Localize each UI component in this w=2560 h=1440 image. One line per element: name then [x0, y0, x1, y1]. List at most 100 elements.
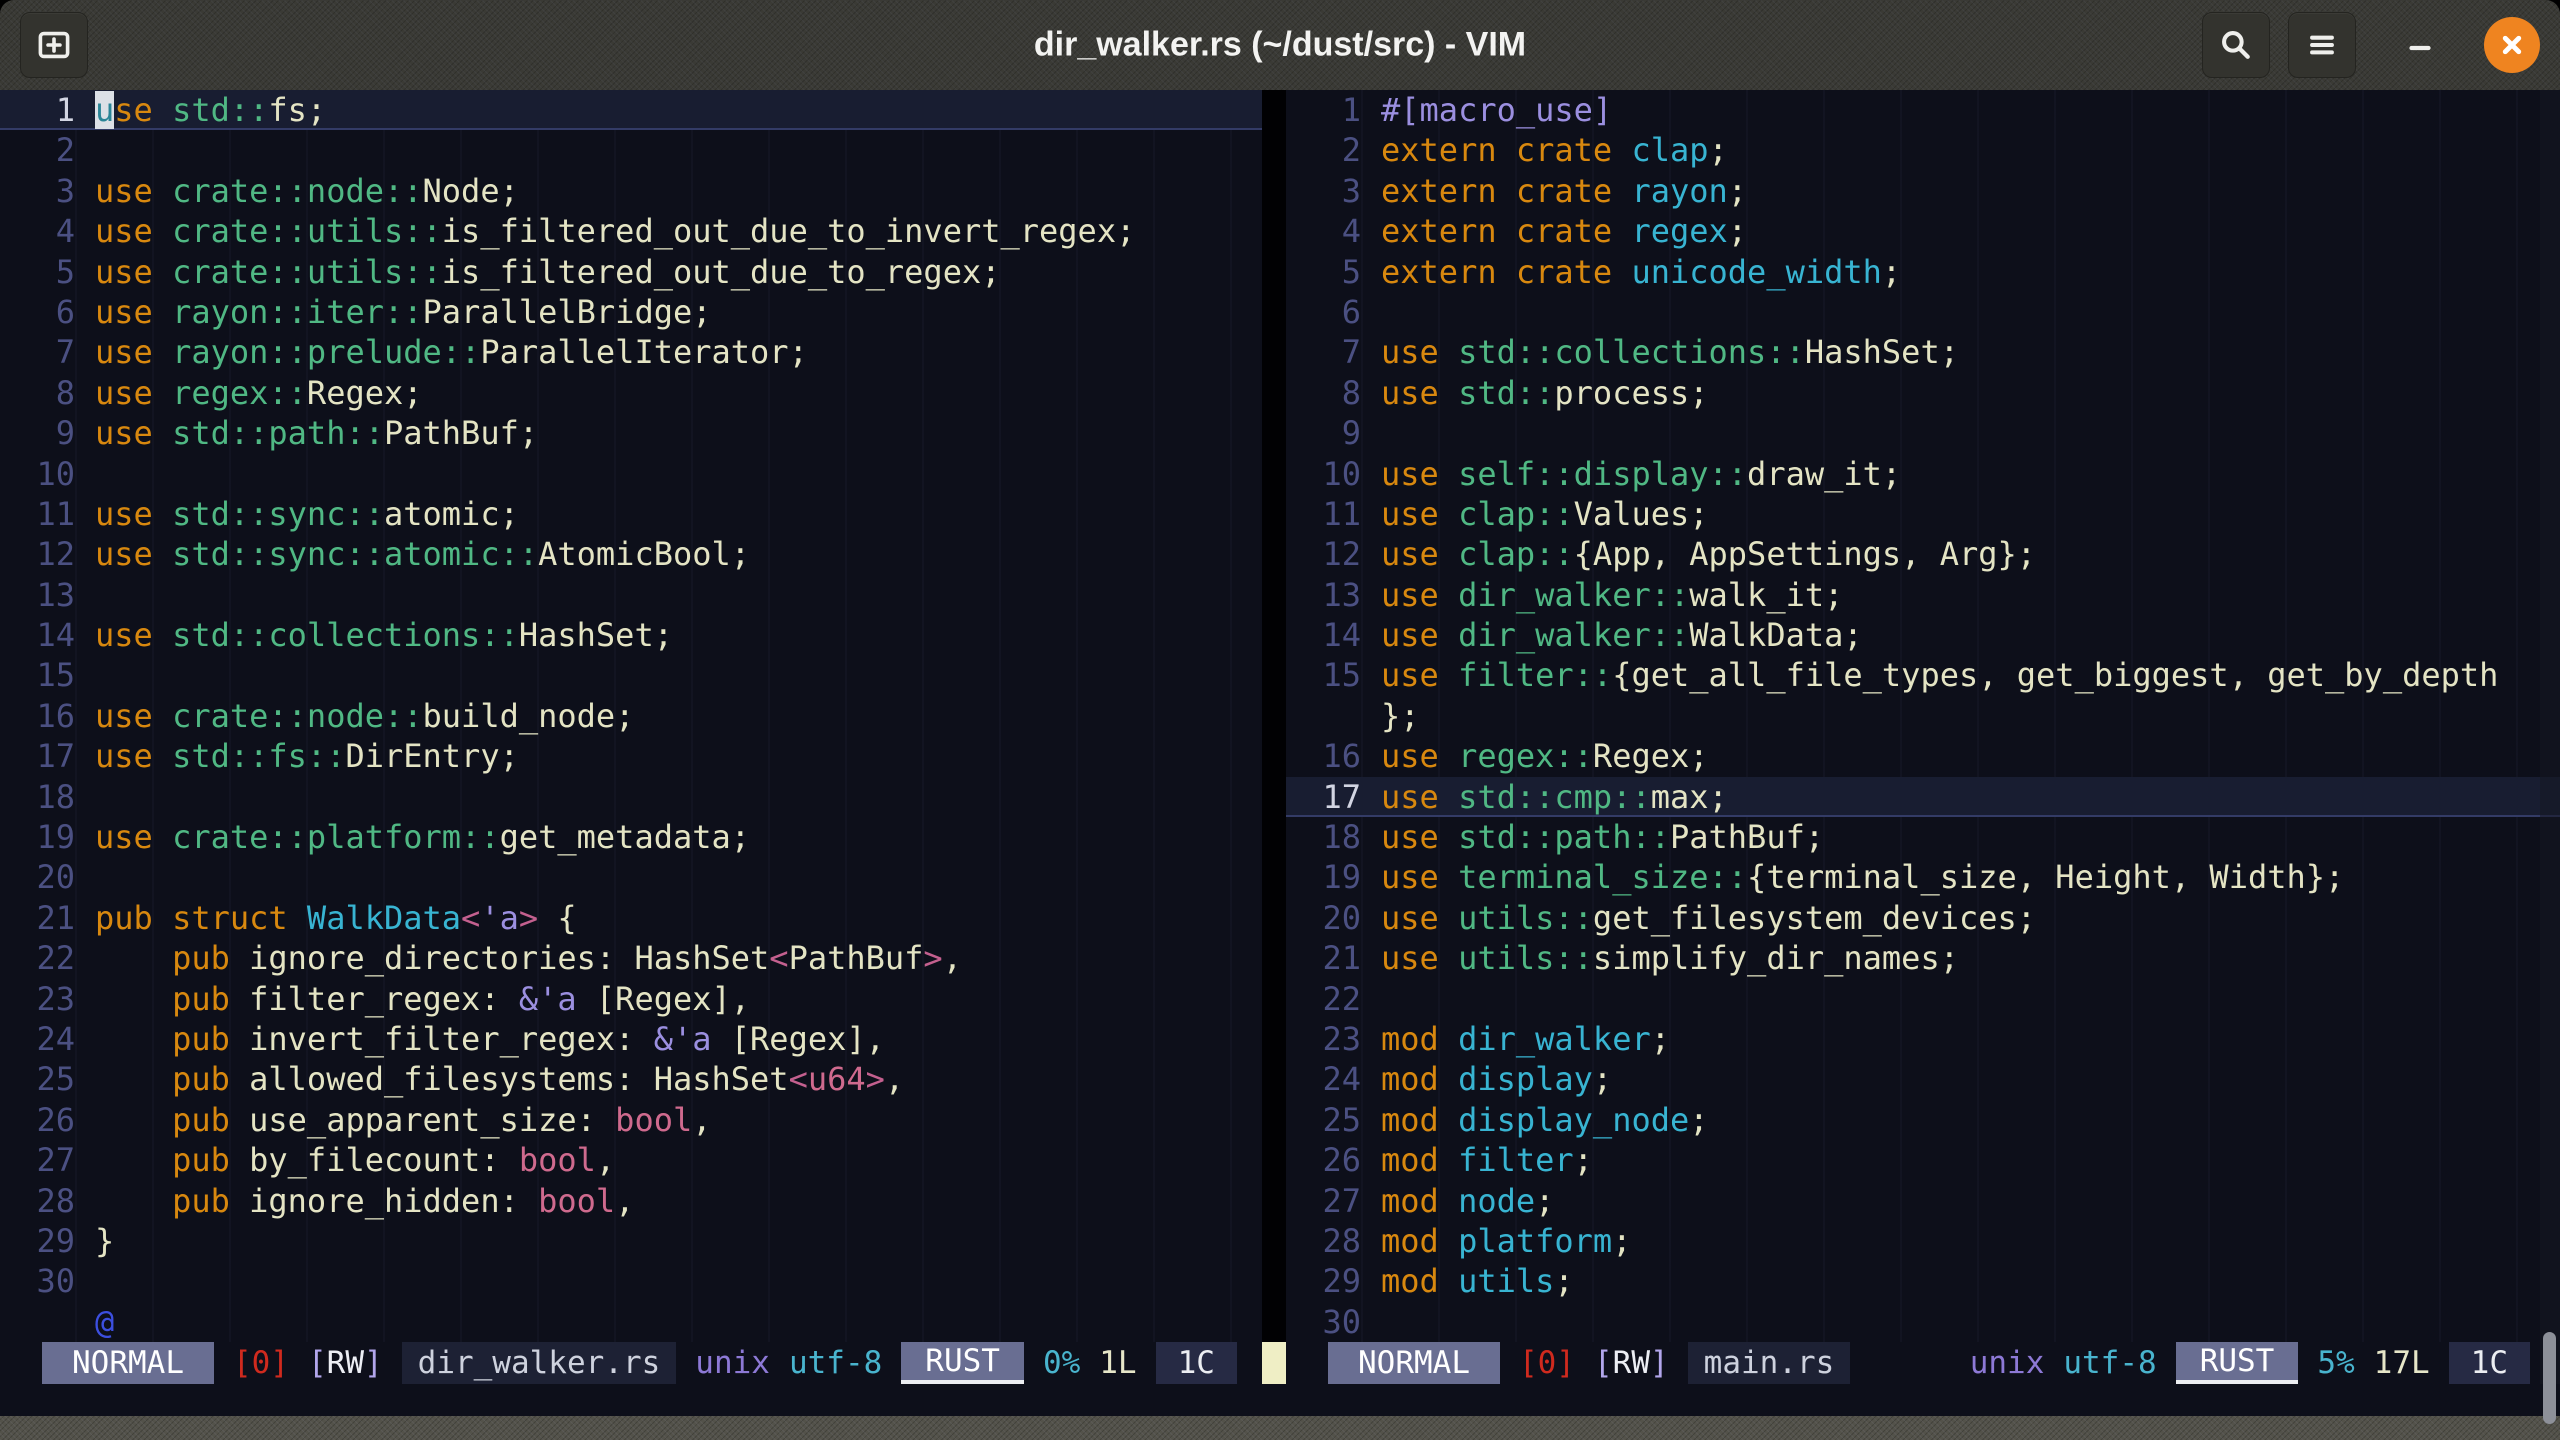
line-number: 7	[0, 332, 95, 372]
code-line[interactable]: 1#[macro_use]	[1286, 90, 2560, 130]
code-line[interactable]: 21pub struct WalkData<'a> {	[0, 898, 1262, 938]
close-button[interactable]	[2484, 17, 2540, 73]
code-line[interactable]: 21use utils::simplify_dir_names;	[1286, 938, 2560, 978]
code-line[interactable]: 22 pub ignore_directories: HashSet<PathB…	[0, 938, 1262, 978]
code-line[interactable]: 6use rayon::iter::ParallelBridge;	[0, 292, 1262, 332]
code-line[interactable]: 23 pub filter_regex: &'a [Regex],	[0, 979, 1262, 1019]
code-text: };	[1381, 696, 1420, 736]
code-line[interactable]: 9	[1286, 413, 2560, 453]
code-line[interactable]: 20use utils::get_filesystem_devices;	[1286, 898, 2560, 938]
code-line[interactable]: 3extern crate rayon;	[1286, 171, 2560, 211]
code-line[interactable]: 14use std::collections::HashSet;	[0, 615, 1262, 655]
scrollbar-thumb[interactable]	[2543, 1332, 2556, 1424]
line-number: 2	[0, 130, 95, 170]
pane-divider[interactable]	[1262, 90, 1286, 1384]
code-area-right[interactable]: 1#[macro_use]2extern crate clap;3extern …	[1286, 90, 2560, 1342]
code-line[interactable]: 11use clap::Values;	[1286, 494, 2560, 534]
filename: dir_walker.rs	[402, 1342, 677, 1384]
code-line[interactable]: 3use crate::node::Node;	[0, 171, 1262, 211]
code-line[interactable]: 10use self::display::draw_it;	[1286, 454, 2560, 494]
code-line[interactable]: 26 pub use_apparent_size: bool,	[0, 1100, 1262, 1140]
code-line[interactable]: 5extern crate unicode_width;	[1286, 252, 2560, 292]
code-line[interactable]: 29}	[0, 1221, 1262, 1261]
code-line[interactable]: 18use std::path::PathBuf;	[1286, 817, 2560, 857]
code-line[interactable]: 19use crate::platform::get_metadata;	[0, 817, 1262, 857]
code-line[interactable]: 18	[0, 777, 1262, 817]
line-number: 26	[1286, 1140, 1381, 1180]
editor-pane-right[interactable]: 1#[macro_use]2extern crate clap;3extern …	[1286, 90, 2560, 1384]
code-line[interactable]: 16use regex::Regex;	[1286, 736, 2560, 776]
code-text: use std::sync::atomic::AtomicBool;	[95, 534, 750, 574]
code-line[interactable]: 8use regex::Regex;	[0, 373, 1262, 413]
line-number: 16	[1286, 736, 1381, 776]
code-line[interactable]: 8use std::process;	[1286, 373, 2560, 413]
line-number: 15	[1286, 655, 1381, 695]
code-line[interactable]: 13use dir_walker::walk_it;	[1286, 575, 2560, 615]
code-line[interactable]: 15	[0, 655, 1262, 695]
code-line[interactable]: 24mod display;	[1286, 1059, 2560, 1099]
code-line[interactable]: 28 pub ignore_hidden: bool,	[0, 1181, 1262, 1221]
code-line[interactable]: 27mod node;	[1286, 1181, 2560, 1221]
code-line[interactable]: 30	[1286, 1302, 2560, 1342]
code-line[interactable]: 1use std::fs;	[0, 90, 1262, 130]
line-number: 22	[0, 938, 95, 978]
code-area-left[interactable]: 1use std::fs;23use crate::node::Node;4us…	[0, 90, 1262, 1342]
command-line[interactable]	[0, 1384, 2560, 1416]
line-number: 15	[0, 655, 95, 695]
code-line[interactable]: 9use std::path::PathBuf;	[0, 413, 1262, 453]
code-line[interactable]: 23mod dir_walker;	[1286, 1019, 2560, 1059]
code-line[interactable]: 4extern crate regex;	[1286, 211, 2560, 251]
search-button[interactable]	[2202, 12, 2270, 78]
register-indicator: [0]	[1519, 1345, 1575, 1381]
code-line[interactable]: 12use clap::{App, AppSettings, Arg};	[1286, 534, 2560, 574]
code-line[interactable]: 20	[0, 857, 1262, 897]
line-number: 4	[0, 211, 95, 251]
new-tab-button[interactable]	[20, 12, 88, 78]
line-number: 19	[1286, 857, 1381, 897]
line-number: 3	[1286, 171, 1381, 211]
code-line[interactable]: 30	[0, 1261, 1262, 1301]
code-line[interactable]: 2extern crate clap;	[1286, 130, 2560, 170]
code-line[interactable]: 14use dir_walker::WalkData;	[1286, 615, 2560, 655]
code-line[interactable]: 26mod filter;	[1286, 1140, 2560, 1180]
code-line[interactable]: 19use terminal_size::{terminal_size, Hei…	[1286, 857, 2560, 897]
code-text: pub invert_filter_regex: &'a [Regex],	[95, 1019, 885, 1059]
code-line[interactable]: 17use std::fs::DirEntry;	[0, 736, 1262, 776]
editor-pane-left[interactable]: 1use std::fs;23use crate::node::Node;4us…	[0, 90, 1262, 1384]
menu-button[interactable]	[2288, 12, 2356, 78]
code-text: use std::collections::HashSet;	[95, 615, 673, 655]
code-text: use regex::Regex;	[95, 373, 423, 413]
code-line[interactable]: 11use std::sync::atomic;	[0, 494, 1262, 534]
code-line[interactable]: 22	[1286, 979, 2560, 1019]
scrollbar-track[interactable]	[2540, 90, 2560, 1384]
code-text: }	[95, 1221, 114, 1261]
code-line[interactable]: 13	[0, 575, 1262, 615]
code-line[interactable]: 25 pub allowed_filesystems: HashSet<u64>…	[0, 1059, 1262, 1099]
code-line[interactable]: 4use crate::utils::is_filtered_out_due_t…	[0, 211, 1262, 251]
code-line[interactable]: 27 pub by_filecount: bool,	[0, 1140, 1262, 1180]
filetype-badge: RUST	[2176, 1342, 2299, 1384]
code-line[interactable]: 16use crate::node::build_node;	[0, 696, 1262, 736]
code-line[interactable]: 17use std::cmp::max;	[1286, 777, 2560, 817]
minimize-button[interactable]	[2398, 13, 2442, 77]
code-line[interactable]: 25mod display_node;	[1286, 1100, 2560, 1140]
code-text: use std::path::PathBuf;	[1381, 817, 1824, 857]
code-line[interactable]: 12use std::sync::atomic::AtomicBool;	[0, 534, 1262, 574]
code-line[interactable]: 6	[1286, 292, 2560, 332]
code-text: pub ignore_directories: HashSet<PathBuf>…	[95, 938, 962, 978]
line-number	[1286, 696, 1381, 736]
code-line[interactable]: 7use rayon::prelude::ParallelIterator;	[0, 332, 1262, 372]
code-line[interactable]: 7use std::collections::HashSet;	[1286, 332, 2560, 372]
code-line[interactable]: 28mod platform;	[1286, 1221, 2560, 1261]
code-text: use std::sync::atomic;	[95, 494, 519, 534]
code-line[interactable]: 2	[0, 130, 1262, 170]
code-line[interactable]: 24 pub invert_filter_regex: &'a [Regex],	[0, 1019, 1262, 1059]
code-line[interactable]: 5use crate::utils::is_filtered_out_due_t…	[0, 252, 1262, 292]
code-line[interactable]: 29mod utils;	[1286, 1261, 2560, 1301]
code-line[interactable]: };	[1286, 696, 2560, 736]
code-line[interactable]: 10	[0, 454, 1262, 494]
code-line[interactable]: @	[0, 1302, 1262, 1342]
code-line[interactable]: 15use filter::{get_all_file_types, get_b…	[1286, 655, 2560, 695]
code-text: extern crate rayon;	[1381, 171, 1747, 211]
code-text: use crate::node::build_node;	[95, 696, 634, 736]
